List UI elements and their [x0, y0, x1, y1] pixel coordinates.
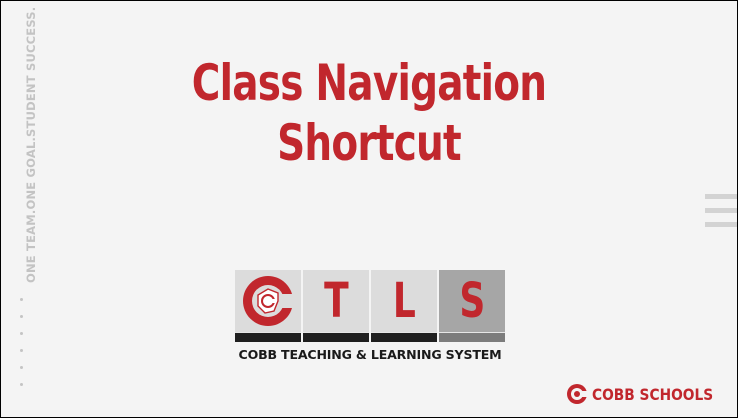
- brand-label: COBB SCHOOLS: [592, 384, 714, 404]
- title-line-2: Shortcut: [277, 114, 462, 172]
- cobb-c-emblem-icon: [243, 276, 295, 326]
- dot-icon: [20, 315, 23, 318]
- slide-title: Class Navigation Shortcut: [1, 53, 737, 173]
- logo-tile-t: T: [303, 270, 369, 342]
- presentation-slide: ONE TEAM.ONE GOAL.STUDENT SUCCESS. Class…: [1, 1, 737, 417]
- dot-icon: [20, 332, 23, 335]
- dot-icon: [20, 383, 23, 386]
- logo-tile-emblem: [235, 270, 301, 342]
- slide-dots: [19, 298, 25, 400]
- logo-subtitle: COBB TEACHING & LEARNING SYSTEM: [238, 347, 502, 362]
- logo-letter-l: L: [392, 273, 416, 329]
- logo-letter-t: T: [323, 273, 349, 329]
- dot-icon: [20, 349, 23, 352]
- cobb-schools-brand: COBB SCHOOLS: [566, 383, 725, 405]
- title-line-1: Class Navigation: [191, 54, 547, 112]
- dot-icon: [20, 366, 23, 369]
- logo-tile-s: S: [439, 270, 505, 342]
- cobb-c-emblem-icon: [567, 384, 588, 404]
- ctls-logo: T L S COBB TEACHING & LEARNING SYSTEM: [235, 270, 505, 362]
- logo-tile-l: L: [371, 270, 437, 342]
- dot-icon: [20, 298, 23, 301]
- hamburger-icon[interactable]: [705, 194, 737, 228]
- logo-letter-s: S: [459, 273, 485, 329]
